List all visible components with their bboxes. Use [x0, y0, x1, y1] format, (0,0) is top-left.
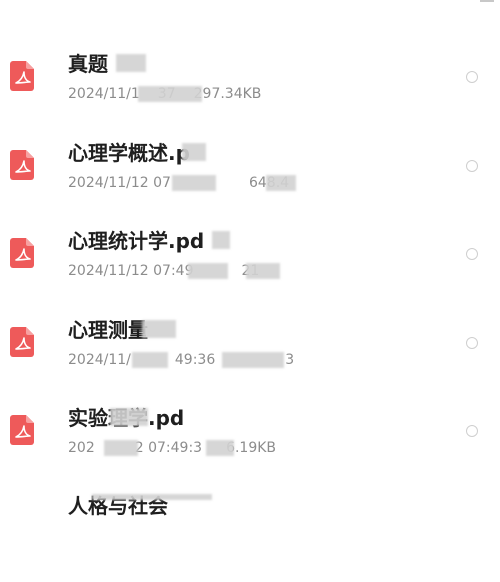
redaction	[182, 143, 206, 161]
file-size: 297.34KB	[193, 86, 262, 102]
redaction	[172, 175, 216, 191]
pdf-icon	[10, 61, 34, 91]
file-date: 2024/11/12 07	[68, 175, 171, 191]
file-date: 202	[68, 440, 95, 456]
file-item[interactable]: 实验理学.pd 2022 07:49:36.19KB	[0, 406, 500, 494]
file-time: 2 07:49:3	[134, 440, 203, 456]
redaction	[266, 175, 296, 191]
file-title: 心理学概述.p	[68, 141, 190, 165]
select-radio[interactable]	[466, 425, 478, 437]
file-title: 心理测量	[68, 318, 148, 342]
redaction	[138, 86, 202, 102]
file-date: 2024/11/12 07:49	[68, 263, 194, 279]
file-title: 真题	[68, 52, 108, 76]
pdf-icon	[10, 327, 34, 357]
redaction	[246, 263, 280, 279]
redaction	[132, 352, 168, 368]
redaction	[188, 263, 228, 279]
redaction	[104, 440, 138, 456]
file-item[interactable]: 心理测量 2024/11/49:36 3	[0, 318, 500, 406]
redaction	[110, 408, 148, 426]
file-item[interactable]: 真题 2024/11/137297.34KB	[0, 52, 500, 140]
file-meta: 202 2 07:49:3 6.19KB	[68, 439, 276, 457]
select-radio[interactable]	[466, 71, 478, 83]
select-radio[interactable]	[466, 337, 478, 349]
redaction	[222, 352, 284, 368]
file-item[interactable]: 人格与社会	[0, 494, 500, 582]
file-time: 49:36	[174, 352, 216, 368]
file-item[interactable]: 心理统计学.pd 2024/11/12 07:4921	[0, 229, 500, 317]
file-date: 2024/11/1	[68, 86, 140, 102]
redaction	[206, 440, 234, 456]
redaction	[92, 494, 212, 500]
pdf-icon	[10, 415, 34, 445]
redaction	[142, 320, 176, 338]
redaction	[212, 231, 230, 249]
redaction	[116, 54, 146, 72]
pdf-icon	[10, 238, 34, 268]
file-meta: 2024/11/12 07:4921	[68, 262, 259, 280]
file-size: 3	[285, 352, 295, 368]
pdf-icon	[10, 150, 34, 180]
file-title: 心理统计学.pd	[68, 229, 205, 253]
file-list: 真题 2024/11/137297.34KB 心理学概述.p 2024/11/1…	[0, 0, 500, 518]
select-radio[interactable]	[466, 160, 478, 172]
select-radio[interactable]	[466, 248, 478, 260]
file-item[interactable]: 心理学概述.p 2024/11/12 07648.4	[0, 141, 500, 229]
file-date: 2024/11/	[68, 352, 131, 368]
